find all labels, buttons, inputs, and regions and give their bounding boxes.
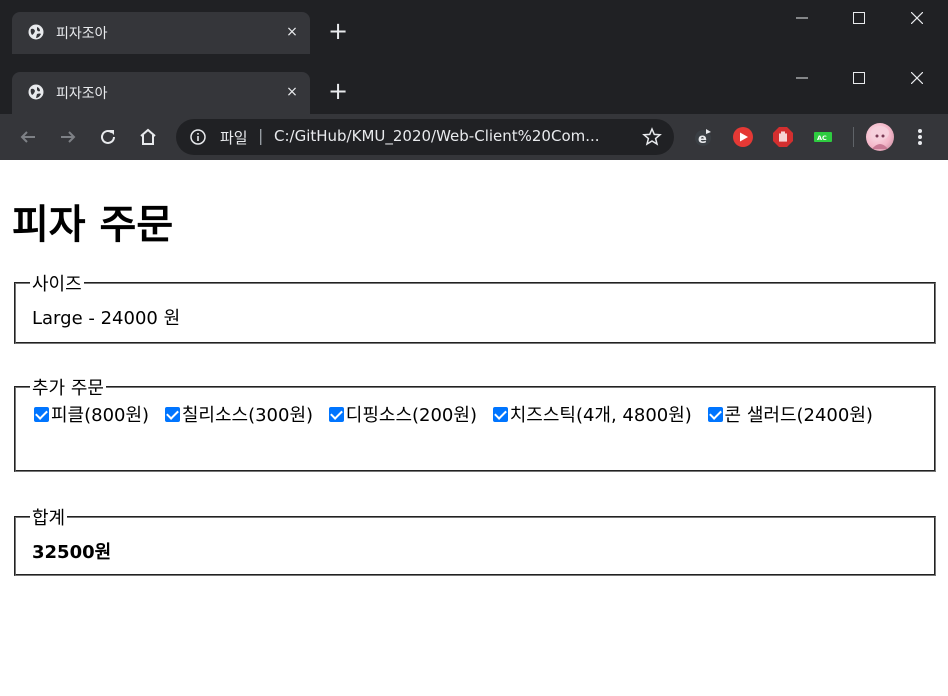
option-label: 디핑소스(200원) (345, 405, 477, 426)
close-window-button[interactable] (895, 60, 941, 96)
adblock-extension-icon[interactable] (772, 126, 794, 148)
ac-badge-text: AC (817, 134, 827, 142)
close-icon (911, 12, 923, 24)
close-window-button[interactable] (895, 0, 941, 36)
maximize-icon (853, 72, 865, 84)
youtube-extension-icon[interactable] (732, 126, 754, 148)
minimize-button[interactable] (780, 60, 826, 96)
close-tab-button[interactable]: × (282, 22, 302, 42)
ac-extension-icon[interactable]: AC (812, 126, 834, 148)
browser-tab-active[interactable]: 피자조아 × (12, 72, 310, 114)
close-icon (911, 72, 923, 84)
option-label: 콘 샐러드(2400원) (724, 405, 873, 426)
total-legend: 합계 (32, 508, 66, 529)
profile-avatar[interactable] (866, 123, 894, 151)
menu-button[interactable] (910, 126, 930, 148)
maximize-icon (853, 12, 865, 24)
tab-title: 피자조아 (56, 26, 108, 42)
avatar-icon (871, 126, 889, 149)
close-tab-button[interactable]: × (282, 82, 302, 102)
forward-icon (61, 131, 76, 143)
minimize-icon (796, 77, 808, 79)
home-button[interactable] (136, 125, 160, 149)
minimize-icon (796, 17, 808, 19)
size-value: Large - 24000 원 (32, 308, 181, 329)
forward-button[interactable] (56, 125, 80, 149)
new-tab-button[interactable]: + (326, 79, 350, 104)
browser-toolbar: 파일 | C:/GitHub/KMU_2020/Web-Client%20Com… (0, 114, 948, 160)
pickle-checkbox[interactable] (34, 407, 49, 422)
star-icon[interactable] (642, 127, 662, 147)
url-text[interactable]: C:/GitHub/KMU_2020/Web-Client%20Com... (274, 127, 600, 145)
tab-title: 피자조아 (56, 86, 108, 102)
chili-sauce-checkbox[interactable] (164, 407, 180, 422)
page-content: 피자 주문 사이즈 Large - 24000 원 추가 주문 피클(800원)… (0, 160, 948, 696)
edge-extension-icon[interactable]: e (692, 126, 714, 148)
corn-salad-checkbox[interactable] (707, 407, 723, 422)
option-cheese-stick[interactable]: 치즈스틱(4개, 4800원) (492, 405, 702, 426)
total-value: 32500원 (32, 542, 112, 563)
reload-button[interactable] (96, 125, 120, 149)
home-icon (140, 128, 156, 145)
option-corn-salad[interactable]: 콘 샐러드(2400원) (707, 405, 883, 426)
extras-legend: 추가 주문 (32, 378, 104, 399)
address-separator: | (258, 126, 264, 145)
toolbar-divider (853, 127, 854, 147)
background-browser-window: 피자조아 × + (0, 0, 948, 60)
option-label: 피클(800원) (51, 405, 150, 426)
globe-icon (28, 24, 44, 40)
minimize-button[interactable] (780, 0, 826, 36)
extras-fieldset: 추가 주문 피클(800원) 칠리소스(300원) 디핑소스(200원) 치즈스… (14, 374, 936, 472)
option-chili-sauce[interactable]: 칠리소스(300원) (164, 405, 323, 426)
size-fieldset: 사이즈 Large - 24000 원 (14, 270, 936, 344)
option-label: 칠리소스(300원) (181, 405, 314, 426)
new-tab-button[interactable]: + (326, 19, 350, 44)
total-fieldset: 합계 32500원 (14, 504, 936, 576)
extras-options: 피클(800원) 칠리소스(300원) 디핑소스(200원) 치즈스틱(4개, … (34, 402, 918, 430)
menu-icon (918, 129, 922, 145)
back-icon (20, 131, 35, 143)
option-dipping-sauce[interactable]: 디핑소스(200원) (328, 405, 487, 426)
back-button[interactable] (16, 125, 40, 149)
address-scheme-label: 파일 (220, 129, 248, 147)
svg-text:e: e (698, 132, 707, 147)
browser-tab-back[interactable]: 피자조아 × (12, 12, 310, 54)
info-icon[interactable] (190, 129, 206, 145)
reload-icon (101, 129, 115, 144)
size-legend: 사이즈 (32, 274, 82, 295)
maximize-button[interactable] (837, 0, 883, 36)
globe-icon (28, 84, 44, 100)
maximize-button[interactable] (837, 60, 883, 96)
option-pickle[interactable]: 피클(800원) (34, 405, 159, 426)
cheese-stick-checkbox[interactable] (492, 407, 508, 422)
address-bar[interactable]: 파일 | C:/GitHub/KMU_2020/Web-Client%20Com… (176, 119, 674, 155)
option-label: 치즈스틱(4개, 4800원) (509, 405, 692, 426)
browser-window: 피자조아 × + 파일 | C:/GitHub/KMU_2020/Web-Cli… (0, 60, 948, 160)
dipping-sauce-checkbox[interactable] (328, 407, 344, 422)
page-title: 피자 주문 (12, 202, 174, 248)
